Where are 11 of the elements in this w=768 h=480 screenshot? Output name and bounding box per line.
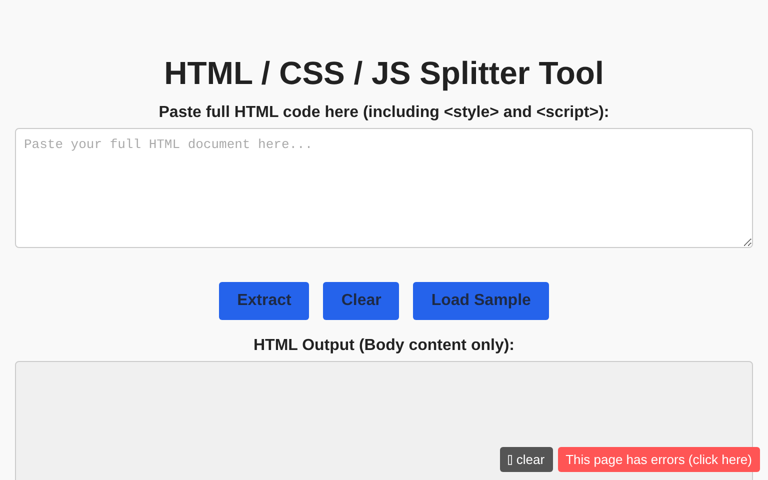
- missing-glyph-icon: [508, 454, 512, 464]
- output-label: HTML Output (Body content only):: [254, 337, 514, 355]
- page-title: HTML / CSS / JS Splitter Tool: [164, 55, 604, 92]
- console-clear-button[interactable]: clear: [500, 447, 553, 472]
- load-sample-button[interactable]: Load Sample: [413, 282, 549, 320]
- html-output-field[interactable]: [15, 361, 753, 480]
- error-notice-button[interactable]: This page has errors (click here): [558, 447, 760, 472]
- html-input-field[interactable]: Paste your full HTML document here...: [15, 128, 753, 248]
- clear-button[interactable]: Clear: [323, 282, 400, 320]
- extract-button[interactable]: Extract: [219, 282, 310, 320]
- input-label: Paste full HTML code here (including <style> and <script>):: [158, 104, 610, 122]
